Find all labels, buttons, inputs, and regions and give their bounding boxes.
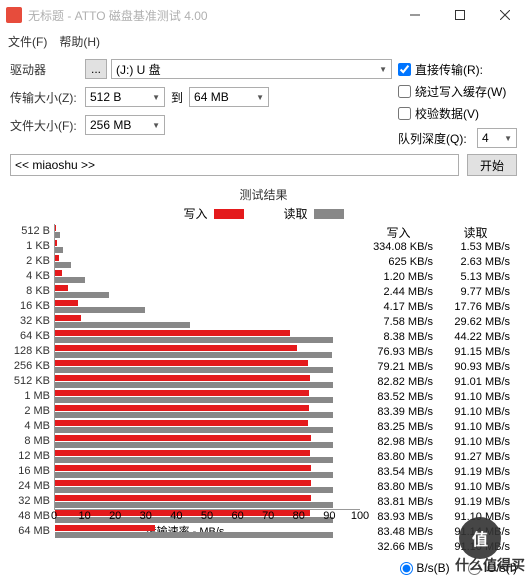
window-title: 无标题 - ATTO 磁盘基准测试 4.00: [28, 7, 392, 24]
file-size-select[interactable]: 256 MB▼: [85, 115, 165, 135]
bs-label: B/s(B): [416, 561, 449, 575]
xfer-label: 传输大小(Z):: [10, 89, 85, 106]
drive-browse-button[interactable]: ...: [85, 59, 107, 79]
maximize-button[interactable]: [437, 0, 482, 30]
write-header: 写入: [360, 224, 437, 240]
unit-toggle: B/s(B) IO/s(I): [0, 555, 527, 575]
verify-label: 校验数据(V): [415, 105, 479, 122]
chart-bars: [54, 224, 360, 509]
direct-checkbox[interactable]: [398, 63, 411, 76]
chart-x-axis: 0102030405060708090100: [54, 509, 360, 523]
legend-read-swatch: [314, 209, 344, 219]
legend-read-label: 读取: [284, 205, 308, 222]
titlebar: 无标题 - ATTO 磁盘基准测试 4.00: [0, 0, 527, 30]
read-header: 读取: [437, 224, 514, 240]
xfer-to-select[interactable]: 64 MB▼: [189, 87, 269, 107]
read-column: 读取 1.53 MB/s2.63 MB/s5.13 MB/s9.77 MB/s1…: [437, 224, 514, 555]
bypass-checkbox[interactable]: [398, 85, 411, 98]
direct-label: 直接传输(R):: [415, 61, 483, 78]
drive-label: 驱动器: [10, 61, 85, 78]
file-label: 文件大小(F):: [10, 117, 85, 134]
chevron-down-icon: ▼: [379, 65, 387, 74]
chevron-down-icon: ▼: [256, 93, 264, 102]
xfer-to-label: 到: [171, 89, 183, 106]
bs-radio[interactable]: [400, 562, 413, 575]
drive-value: (J:) U 盘: [116, 61, 161, 78]
results-title: 测试结果: [10, 186, 517, 203]
bypass-label: 绕过写入缓存(W): [415, 83, 506, 100]
chevron-down-icon: ▼: [152, 121, 160, 130]
chart-y-labels: 512 B1 KB2 KB4 KB8 KB16 KB32 KB64 KB128 …: [10, 224, 54, 509]
ios-label: IO/s(I): [484, 561, 517, 575]
chevron-down-icon: ▼: [152, 93, 160, 102]
drive-select[interactable]: (J:) U 盘 ▼: [111, 59, 392, 79]
qd-select[interactable]: 4▼: [477, 128, 517, 148]
legend-write-swatch: [214, 209, 244, 219]
qd-label: 队列深度(Q):: [398, 130, 477, 147]
chart-legend: 写入 读取: [10, 205, 517, 222]
app-icon: [6, 7, 22, 23]
start-button[interactable]: 开始: [467, 154, 517, 176]
legend-write-label: 写入: [183, 205, 207, 222]
description-input[interactable]: << miaoshu >>: [10, 154, 459, 176]
xfer-from-select[interactable]: 512 B▼: [85, 87, 165, 107]
minimize-button[interactable]: [392, 0, 437, 30]
menubar: 文件(F) 帮助(H): [0, 30, 527, 52]
verify-checkbox[interactable]: [398, 107, 411, 120]
close-button[interactable]: [482, 0, 527, 30]
menu-file[interactable]: 文件(F): [8, 33, 47, 50]
menu-help[interactable]: 帮助(H): [59, 33, 100, 50]
ios-radio[interactable]: [468, 562, 481, 575]
write-column: 写入 334.08 KB/s625 KB/s1.20 MB/s2.44 MB/s…: [360, 224, 437, 555]
chevron-down-icon: ▼: [504, 134, 512, 143]
